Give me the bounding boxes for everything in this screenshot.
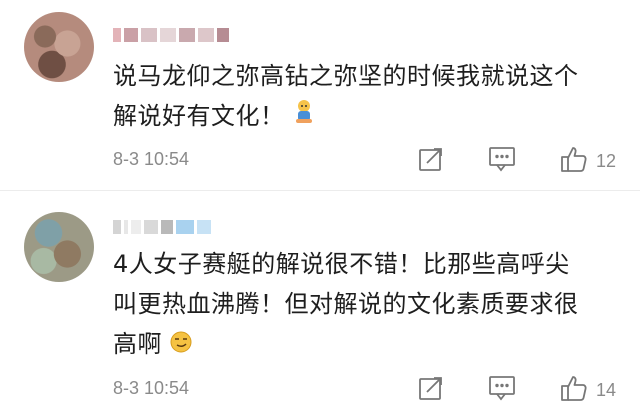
- comment-item-1: 说马龙仰之弥高钻之弥坚的时候我就说这个 解说好有文化！ 8-3 10:54 12: [0, 0, 640, 200]
- blurred-name-block: [131, 220, 141, 234]
- thumbs-up-icon: [560, 374, 588, 406]
- action-bar: 14: [418, 375, 616, 405]
- divider: [0, 190, 640, 191]
- action-bar: 12: [418, 146, 616, 176]
- comment-text-line: 高啊: [113, 324, 613, 365]
- username-blurred[interactable]: [113, 26, 229, 44]
- blurred-name-block: [160, 28, 176, 42]
- blurred-name-block: [113, 220, 121, 234]
- comment-text-line: 解说好有文化！: [113, 96, 613, 137]
- comment-item-2: 4人女子赛艇的解说很不错！比那些高呼尖 叫更热血沸腾！但对解说的文化素质要求很 …: [0, 200, 640, 420]
- blurred-name-block: [141, 28, 157, 42]
- blurred-name-block: [179, 28, 195, 42]
- like-button[interactable]: 12: [560, 145, 616, 177]
- comment-meta: 8-3 10:54: [113, 375, 616, 405]
- comment-text-line: 4人女子赛艇的解说很不错！比那些高呼尖: [113, 250, 570, 278]
- comment-icon: [488, 146, 516, 176]
- thumbs-up-icon: [560, 145, 588, 177]
- avatar[interactable]: [24, 212, 94, 282]
- blurred-name-block: [144, 220, 158, 234]
- comment-text-line: 说马龙仰之弥高钻之弥坚的时候我就说这个: [113, 62, 579, 90]
- username-blurred[interactable]: [113, 218, 211, 236]
- comment-text: 4人女子赛艇的解说很不错！比那些高呼尖 叫更热血沸腾！但对解说的文化素质要求很 …: [113, 244, 613, 365]
- blurred-name-block: [161, 220, 173, 234]
- blurred-name-block: [124, 220, 128, 234]
- share-icon: [418, 375, 444, 405]
- share-icon: [418, 146, 444, 176]
- comment-text: 说马龙仰之弥高钻之弥坚的时候我就说这个 解说好有文化！: [113, 56, 613, 137]
- comment-button[interactable]: [488, 375, 516, 405]
- avatar[interactable]: [24, 12, 94, 82]
- like-count: 12: [595, 150, 616, 171]
- share-button[interactable]: [418, 146, 444, 176]
- smirk-face-emoji-icon: [170, 325, 192, 365]
- comment-text-line: 叫更热血沸腾！但对解说的文化素质要求很: [113, 290, 579, 318]
- comment-button[interactable]: [488, 146, 516, 176]
- blurred-name-block: [124, 28, 138, 42]
- timestamp: 8-3 10:54: [113, 149, 190, 169]
- like-count: 14: [595, 379, 616, 400]
- share-button[interactable]: [418, 375, 444, 405]
- blurred-name-block: [113, 28, 121, 42]
- blurred-name-block: [198, 28, 214, 42]
- comment-meta: 8-3 10:54: [113, 146, 616, 176]
- blurred-name-block: [176, 220, 194, 234]
- thumbs-up-boy-emoji-icon: [293, 97, 315, 137]
- timestamp: 8-3 10:54: [113, 378, 190, 398]
- blurred-name-block: [217, 28, 229, 42]
- comment-icon: [488, 375, 516, 405]
- blurred-name-block: [197, 220, 211, 234]
- like-button[interactable]: 14: [560, 374, 616, 406]
